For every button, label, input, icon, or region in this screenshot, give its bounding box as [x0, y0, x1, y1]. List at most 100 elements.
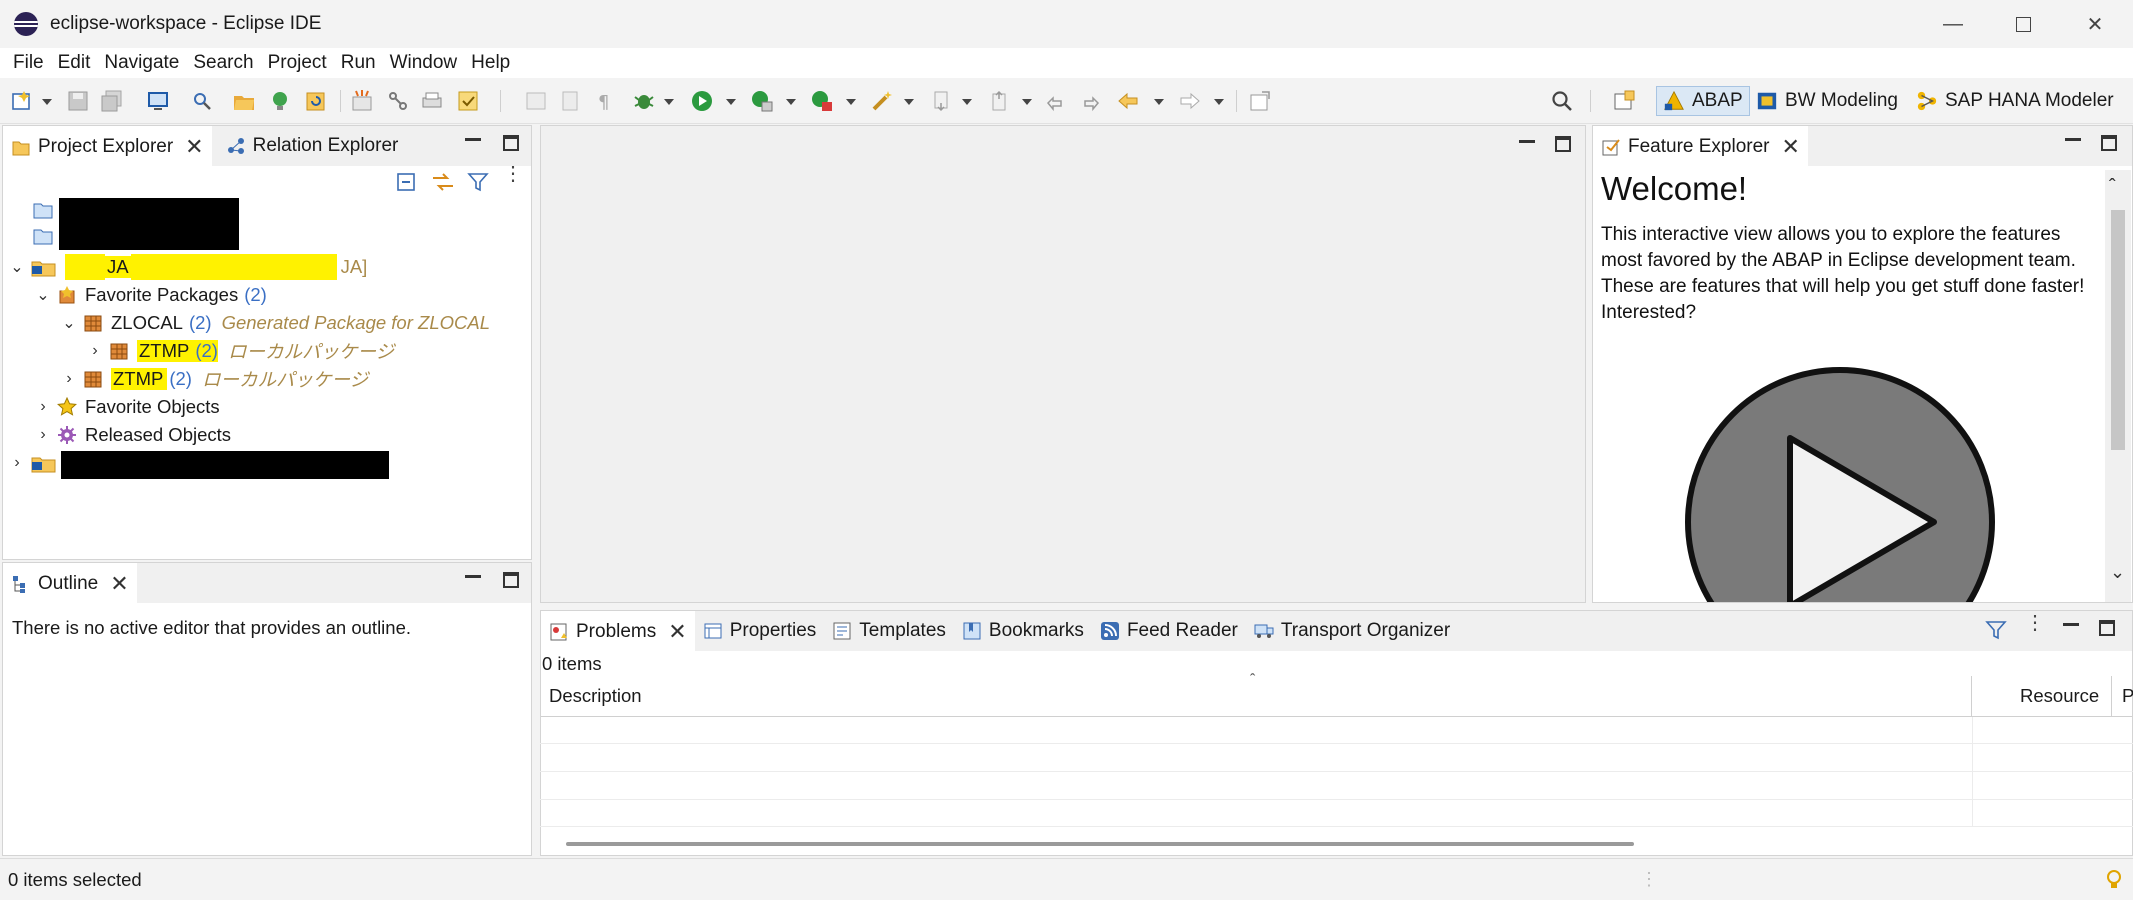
next-edit-location-icon[interactable]: [1078, 89, 1102, 113]
chevron-down-icon[interactable]: ⌄: [61, 313, 77, 333]
menu-file[interactable]: File: [6, 52, 51, 74]
back-icon[interactable]: [1116, 89, 1140, 113]
minimize-panel-icon[interactable]: [2063, 623, 2079, 626]
menu-run[interactable]: Run: [334, 52, 383, 74]
view-menu-icon[interactable]: ⋮: [2025, 613, 2045, 633]
close-tab-outline-icon[interactable]: ✕: [110, 571, 128, 597]
tree-item-favorite-objects[interactable]: › Favorite Objects: [35, 394, 219, 420]
tree-item-project-2[interactable]: ›: [9, 450, 65, 476]
tab-feed-reader[interactable]: Feed Reader: [1092, 611, 1246, 651]
wand-icon[interactable]: [870, 89, 894, 113]
open-perspective-icon[interactable]: [1612, 89, 1636, 113]
filter-icon[interactable]: [467, 171, 489, 193]
previous-annotation-icon[interactable]: [988, 89, 1012, 113]
tree-item-zlocal[interactable]: ⌄ ZLOCAL (2) Generated Package for ZLOCA…: [61, 310, 490, 336]
maximize-panel-icon[interactable]: [503, 135, 519, 151]
tree-item-project[interactable]: ⌄ JA JA]: [9, 254, 367, 280]
tree-item-ztmp-child[interactable]: › ZTMP (2) ローカルパッケージ: [87, 338, 394, 364]
column-header-description[interactable]: Description: [541, 676, 1972, 717]
next-annotation-icon[interactable]: [930, 89, 954, 113]
scroll-down-icon[interactable]: ⌄: [2110, 562, 2125, 583]
debug-dropdown-icon[interactable]: [664, 99, 674, 105]
back-history-icon[interactable]: [524, 89, 548, 113]
tab-project-explorer[interactable]: Project Explorer ✕: [3, 126, 212, 166]
maximize-editor-icon[interactable]: [1555, 136, 1571, 152]
forward-icon[interactable]: [1178, 89, 1202, 113]
paragraph-icon[interactable]: ¶: [592, 89, 616, 113]
search-object-icon[interactable]: [190, 89, 214, 113]
column-header-path[interactable]: P: [2112, 676, 2133, 717]
menu-project[interactable]: Project: [261, 52, 334, 74]
chevron-down-icon[interactable]: ⌄: [9, 257, 25, 277]
tab-outline[interactable]: Outline ✕: [3, 563, 137, 603]
link-icon[interactable]: [386, 89, 410, 113]
chevron-right-icon[interactable]: ›: [87, 342, 103, 360]
open-abap-project-icon[interactable]: [146, 89, 170, 113]
tab-bookmarks[interactable]: Bookmarks: [954, 611, 1092, 651]
bulb-icon[interactable]: [268, 89, 292, 113]
chevron-right-icon[interactable]: ›: [35, 426, 51, 444]
tree-item-released-objects[interactable]: › Released Objects: [35, 422, 231, 448]
external-tools-dropdown-icon[interactable]: [846, 99, 856, 105]
perspective-bw-modeling[interactable]: BW Modeling: [1750, 86, 1904, 116]
tab-feature-explorer[interactable]: Feature Explorer ✕: [1593, 126, 1808, 166]
tab-templates[interactable]: Templates: [824, 611, 954, 651]
minimize-panel-icon[interactable]: [465, 575, 481, 578]
close-tab-problems-icon[interactable]: ✕: [668, 619, 686, 645]
tab-relation-explorer[interactable]: Relation Explorer: [218, 126, 407, 166]
chevron-right-icon[interactable]: ›: [61, 370, 77, 388]
tree-item-ztmp[interactable]: › ZTMP (2) ローカルパッケージ: [61, 366, 368, 392]
tree-item-favorite-packages[interactable]: ⌄ Favorite Packages (2): [35, 282, 267, 308]
new-dropdown-icon[interactable]: [42, 99, 52, 105]
chevron-right-icon[interactable]: ›: [9, 454, 25, 472]
collapse-all-icon[interactable]: [395, 171, 417, 193]
external-tools-icon[interactable]: [810, 89, 834, 113]
menu-edit[interactable]: Edit: [51, 52, 98, 74]
chevron-right-icon[interactable]: ›: [35, 398, 51, 416]
activate-icon[interactable]: [456, 89, 480, 113]
filter-icon[interactable]: [1985, 619, 2007, 641]
next-annotation-dropdown-icon[interactable]: [962, 99, 972, 105]
scroll-thumb[interactable]: [2111, 210, 2125, 450]
run-icon[interactable]: [690, 89, 714, 113]
scroll-up-icon[interactable]: ˆ: [2109, 176, 2116, 199]
transport-icon[interactable]: [350, 89, 374, 113]
maximize-panel-icon[interactable]: [503, 572, 519, 588]
new-icon[interactable]: [10, 89, 34, 113]
save-icon[interactable]: [66, 89, 90, 113]
horizontal-scrollbar[interactable]: [566, 842, 1634, 846]
debug-icon[interactable]: [632, 89, 656, 113]
run-dropdown-icon[interactable]: [726, 99, 736, 105]
search-icon[interactable]: [1550, 89, 1574, 113]
menu-window[interactable]: Window: [383, 52, 465, 74]
wand-dropdown-icon[interactable]: [904, 99, 914, 105]
coverage-dropdown-icon[interactable]: [786, 99, 796, 105]
forward-dropdown-icon[interactable]: [1214, 99, 1224, 105]
column-header-resource[interactable]: Resource: [1972, 676, 2112, 717]
last-edit-location-icon[interactable]: [1044, 89, 1068, 113]
tab-transport-organizer[interactable]: Transport Organizer: [1246, 611, 1458, 651]
view-menu-icon[interactable]: ⋮: [503, 164, 523, 194]
open-folder-icon[interactable]: [232, 89, 256, 113]
maximize-window-button[interactable]: [1990, 0, 2056, 48]
minimize-editor-icon[interactable]: [1519, 140, 1535, 143]
feature-explorer-scrollbar[interactable]: ˆ ⌄: [2105, 170, 2131, 602]
show-whitespace-icon[interactable]: [558, 89, 582, 113]
coverage-icon[interactable]: [750, 89, 774, 113]
save-all-icon[interactable]: [100, 89, 124, 113]
menu-navigate[interactable]: Navigate: [97, 52, 186, 74]
tab-problems[interactable]: Problems ✕: [541, 611, 695, 651]
menu-help[interactable]: Help: [464, 52, 517, 74]
perspective-sap-hana-modeler[interactable]: SAP HANA Modeler: [1910, 86, 2120, 116]
menu-search[interactable]: Search: [186, 52, 260, 74]
tab-properties[interactable]: Properties: [695, 611, 825, 651]
minimize-window-button[interactable]: —: [1920, 0, 1986, 48]
close-tab-project-explorer-icon[interactable]: ✕: [185, 134, 203, 160]
previous-annotation-dropdown-icon[interactable]: [1022, 99, 1032, 105]
minimize-panel-icon[interactable]: [465, 138, 481, 141]
play-video-icon[interactable]: [1684, 366, 1996, 602]
tip-lightbulb-icon[interactable]: [2104, 869, 2124, 891]
link-with-editor-icon[interactable]: [431, 171, 455, 193]
print-icon[interactable]: [420, 89, 444, 113]
chevron-down-icon[interactable]: ⌄: [35, 285, 51, 305]
